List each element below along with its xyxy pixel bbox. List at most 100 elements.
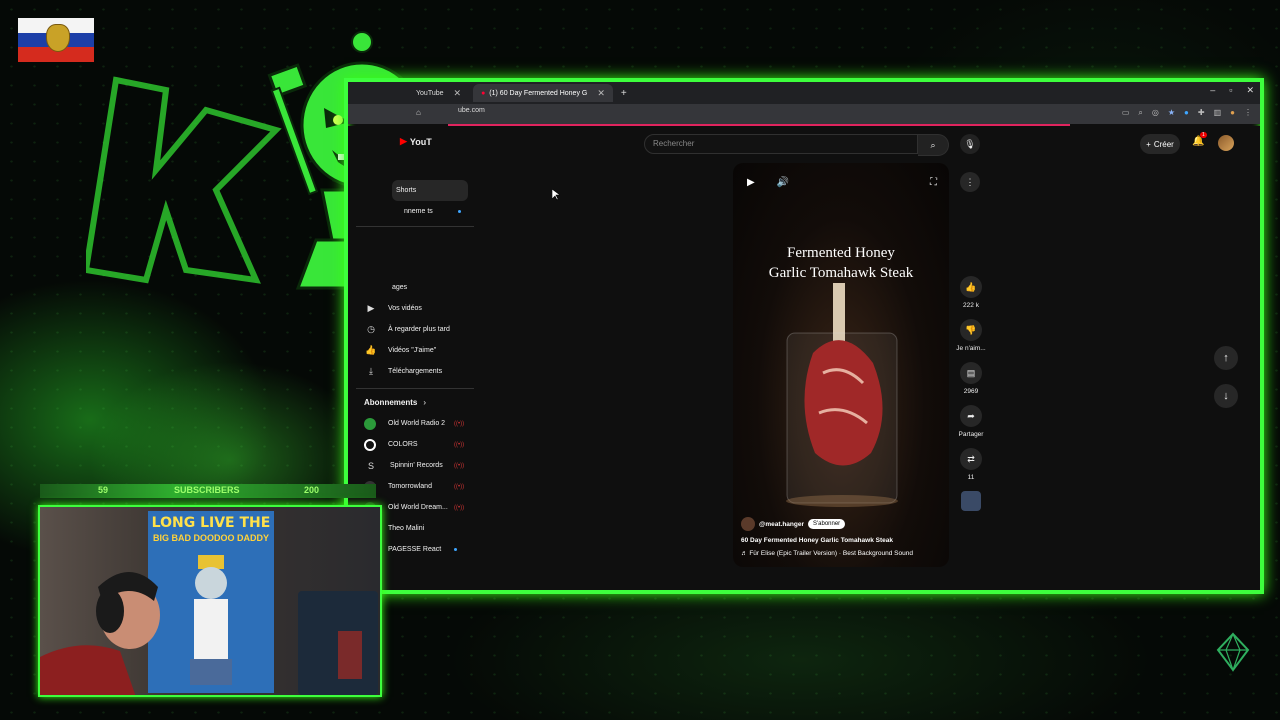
minimize-icon[interactable]: – bbox=[1210, 85, 1215, 96]
video-title[interactable]: 60 Day Fermented Honey Garlic Tomahawk S… bbox=[741, 537, 943, 544]
sidebar: Shorts nneme ts ages ▶ Vos vidéos ◷ À re… bbox=[356, 180, 474, 560]
voice-search-button[interactable]: 🎙 bbox=[960, 134, 980, 154]
youtube-logo[interactable]: ▶ YouT bbox=[400, 136, 432, 147]
music-note-icon: ♬ bbox=[741, 550, 748, 557]
comment-count: 2969 bbox=[963, 388, 979, 395]
sidebar-item-watch-later[interactable]: ◷ À regarder plus tard bbox=[356, 319, 474, 340]
webcam-overlay: LONG LIVE THE BIG BAD DOODOO DADDY bbox=[38, 505, 382, 697]
window-controls: – ▫ ✕ bbox=[1210, 85, 1254, 96]
video-overlay-title: Fermented Honey Garlic Tomahawk Steak bbox=[733, 243, 949, 283]
sidebar-subscription-item[interactable]: Old World Radio 2 ((•)) bbox=[356, 413, 474, 434]
thumb-down-icon: 👎 bbox=[960, 319, 982, 341]
like-count: 222 k bbox=[963, 302, 979, 309]
close-window-icon[interactable]: ✕ bbox=[1246, 85, 1254, 96]
download-icon: ⤓ bbox=[369, 366, 373, 376]
background-monitor bbox=[298, 591, 378, 695]
sound-name: Für Elise (Epic Trailer Version) · Best … bbox=[749, 550, 913, 557]
browser-window: YouTube ✕ ● (1) 60 Day Fermented Honey G… bbox=[344, 78, 1264, 594]
close-tab-icon[interactable]: ✕ bbox=[454, 88, 462, 99]
subscribe-button[interactable]: S'abonner bbox=[808, 519, 846, 529]
url-field[interactable]: ube.com bbox=[458, 107, 485, 114]
sidebar-item-shorts[interactable]: Shorts bbox=[392, 180, 468, 201]
zoom-icon[interactable]: ⌕ bbox=[1138, 108, 1142, 118]
subs-label: SUBSCRIBERS bbox=[174, 485, 240, 495]
shorts-video-player[interactable]: ▶ 🔊 ⛶ Fermented Honey Garlic Tomahawk St… bbox=[733, 163, 949, 567]
channel-row: @meat.hanger S'abonner bbox=[741, 517, 943, 531]
search-input[interactable]: Rechercher bbox=[644, 134, 918, 154]
clock-icon: ◷ bbox=[367, 324, 375, 334]
bookmark-star-icon[interactable]: ★ bbox=[1168, 108, 1175, 118]
play-square-icon: ▶ bbox=[367, 303, 375, 313]
dislike-label: Je n'aim... bbox=[956, 345, 986, 352]
browser-tab-active[interactable]: ● (1) 60 Day Fermented Honey G ✕ bbox=[473, 84, 613, 102]
previous-short-button[interactable]: ↑ bbox=[1214, 346, 1238, 370]
youtube-favicon-icon: ● bbox=[481, 89, 486, 97]
search-button[interactable]: ⌕ bbox=[918, 134, 949, 156]
dislike-action[interactable]: 👎 Je n'aim... bbox=[956, 319, 986, 352]
sound-thumbnail[interactable] bbox=[961, 491, 981, 511]
channel-logo-letter-icon bbox=[86, 76, 282, 284]
overlay-title-line: Garlic Tomahawk Steak bbox=[768, 265, 914, 281]
sidebar-item-label: Vos vidéos bbox=[388, 305, 422, 312]
channel-name: Old World Radio 2 bbox=[388, 420, 446, 427]
channel-name: Spinnin' Records bbox=[390, 462, 443, 469]
maximize-icon[interactable]: ▫ bbox=[1229, 85, 1232, 96]
cast-icon[interactable]: ▭ bbox=[1122, 108, 1130, 118]
steak-jar-image bbox=[786, 283, 898, 507]
sidebar-item-downloads[interactable]: ⤓ Téléchargements bbox=[356, 361, 474, 382]
menu-kebab-icon[interactable]: ⋮ bbox=[1244, 108, 1252, 118]
new-tab-icon[interactable]: + bbox=[621, 88, 627, 99]
remix-action[interactable]: ⇄ 11 bbox=[956, 448, 986, 481]
sidebar-subscription-item[interactable]: COLORS ((•)) bbox=[356, 434, 474, 455]
streamer-person-image bbox=[40, 572, 160, 695]
channel-avatar-icon: S bbox=[367, 460, 374, 471]
new-content-dot bbox=[458, 210, 461, 213]
live-indicator-icon: ((•)) bbox=[454, 483, 465, 490]
sidebar-item-your-videos[interactable]: ▶ Vos vidéos bbox=[356, 298, 474, 319]
sound-row[interactable]: ♬ Für Elise (Epic Trailer Version) · Bes… bbox=[741, 550, 943, 557]
account-avatar[interactable] bbox=[1218, 135, 1234, 151]
channel-name: Theo Malini bbox=[388, 525, 425, 532]
channel-avatar[interactable] bbox=[741, 517, 755, 531]
sidebar-item-label: Shorts bbox=[396, 187, 417, 194]
create-label: Créer bbox=[1153, 139, 1174, 149]
remix-count: 11 bbox=[967, 474, 975, 481]
hide-icon[interactable]: ◎ bbox=[1152, 108, 1159, 118]
sidebar-item-liked-videos[interactable]: 👍 Vidéos "J'aime" bbox=[356, 340, 474, 361]
sidebar-item-label: ages bbox=[392, 284, 408, 291]
profile-icon[interactable]: ● bbox=[1230, 108, 1235, 118]
sidepanel-icon[interactable]: ▥ bbox=[1214, 108, 1222, 118]
sidebar-item-label: Vidéos "J'aime" bbox=[388, 347, 437, 354]
russia-flag-icon bbox=[18, 18, 94, 62]
sidebar-item-subscriptions[interactable]: nneme ts bbox=[396, 201, 474, 222]
like-action[interactable]: 👍 222 k bbox=[956, 276, 986, 309]
home-icon[interactable]: ⌂ bbox=[416, 108, 421, 117]
sidebar-subscription-item[interactable]: S Spinnin' Records ((•)) bbox=[356, 455, 474, 476]
chevron-right-icon: › bbox=[423, 397, 427, 407]
live-indicator-icon: ((•)) bbox=[454, 504, 465, 511]
channel-handle[interactable]: @meat.hanger bbox=[759, 521, 804, 528]
subs-goal: 200 bbox=[304, 485, 320, 495]
browser-tab-youtube[interactable]: YouTube ✕ bbox=[408, 84, 469, 102]
fullscreen-icon[interactable]: ⛶ bbox=[930, 177, 937, 188]
puzzle-icon[interactable]: ✚ bbox=[1198, 108, 1205, 118]
channel-name: PAGESSE React bbox=[388, 546, 442, 553]
channel-avatar-icon bbox=[364, 438, 376, 451]
plus-icon: + bbox=[1146, 139, 1151, 149]
more-options-button[interactable]: ⋮ bbox=[960, 172, 980, 192]
sidebar-item-label: nneme ts bbox=[404, 208, 433, 215]
diamond-logo-icon bbox=[1216, 632, 1250, 672]
create-button[interactable]: + Créer bbox=[1140, 134, 1180, 154]
volume-icon[interactable]: 🔊 bbox=[777, 177, 789, 188]
youtube-play-logo-icon: ▶ bbox=[400, 136, 407, 146]
subscriptions-heading[interactable]: Abonnements › bbox=[356, 391, 474, 413]
sidebar-item-history[interactable]: ages bbox=[384, 277, 474, 298]
play-icon[interactable]: ▶ bbox=[747, 177, 755, 188]
close-tab-icon[interactable]: ✕ bbox=[597, 88, 605, 99]
thumb-up-icon: 👍 bbox=[365, 345, 377, 355]
next-short-button[interactable]: ↓ bbox=[1214, 384, 1238, 408]
notifications-button[interactable]: 🔔 1 bbox=[1192, 132, 1207, 147]
share-action[interactable]: ➦ Partager bbox=[956, 405, 986, 438]
comments-action[interactable]: ▤ 2969 bbox=[956, 362, 986, 395]
extension-icon[interactable]: ● bbox=[1184, 108, 1189, 118]
